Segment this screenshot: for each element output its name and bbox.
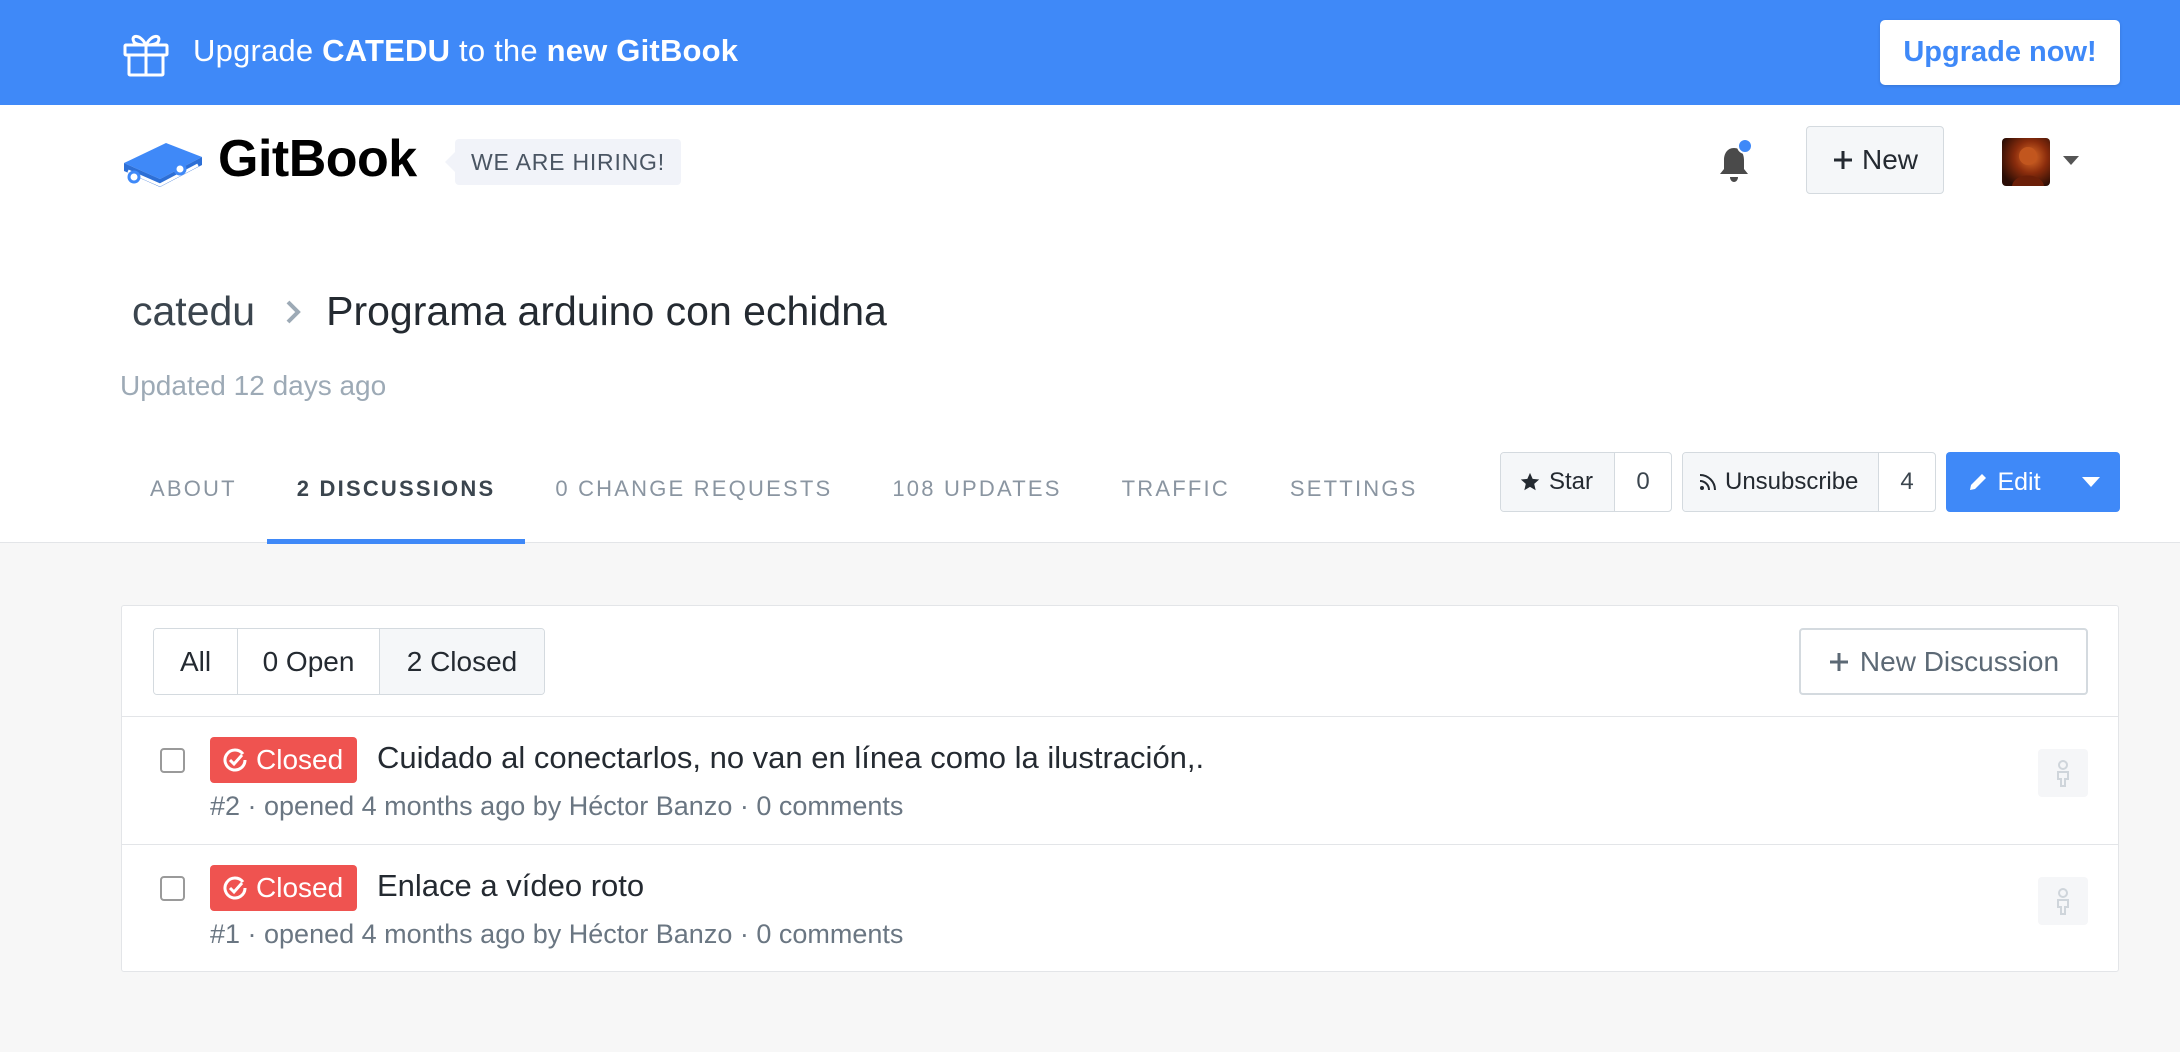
star-icon — [1520, 472, 1540, 491]
plus-icon — [1829, 652, 1848, 671]
filter-all[interactable]: All — [154, 629, 238, 694]
gift-icon — [123, 34, 169, 77]
discussion-meta: #2 · opened 4 months ago by Héctor Banzo… — [210, 791, 904, 821]
page-title: Programa arduino con echidna — [326, 288, 887, 334]
gitbook-logo-text[interactable]: GitBook — [218, 129, 417, 189]
unsubscribe-button[interactable]: Unsubscribe — [1683, 453, 1879, 511]
tab-discussions[interactable]: 2 DISCUSSIONS — [266, 435, 526, 544]
star-button-group: Star 0 — [1500, 452, 1672, 512]
book-tabs: ABOUT 2 DISCUSSIONS 0 CHANGE REQUESTS 10… — [120, 435, 1448, 544]
upgrade-now-button[interactable]: Upgrade now! — [1880, 20, 2120, 85]
discussions-panel: All 0 Open 2 Closed New Discussion Close… — [121, 605, 2119, 972]
tab-traffic[interactable]: TRAFFIC — [1092, 435, 1260, 543]
star-label: Star — [1549, 468, 1594, 495]
edit-button-group: Edit — [1946, 452, 2120, 512]
status-badge: Closed — [210, 865, 358, 911]
plus-icon — [1833, 151, 1852, 169]
edit-button[interactable]: Edit — [1946, 452, 2062, 512]
updated-timestamp: Updated 12 days ago — [120, 370, 387, 401]
filter-open[interactable]: 0 Open — [238, 629, 380, 694]
subscriber-count: 4 — [1900, 468, 1914, 495]
chevron-down-icon[interactable] — [2063, 156, 2079, 165]
star-count: 0 — [1636, 468, 1650, 495]
tab-change-requests[interactable]: 0 CHANGE REQUESTS — [525, 435, 862, 543]
new-discussion-label: New Discussion — [1859, 645, 2060, 677]
upgrade-banner: Upgrade CATEDU to the new GitBook Upgrad… — [0, 0, 2180, 105]
avatar[interactable] — [2002, 138, 2050, 186]
status-label: Closed — [256, 872, 344, 903]
assignee-placeholder-icon[interactable] — [2038, 877, 2088, 925]
edit-dropdown-button[interactable] — [2062, 452, 2120, 512]
tab-about[interactable]: ABOUT — [120, 435, 267, 543]
breadcrumb: catedu Programa arduino con echidna — [132, 288, 887, 335]
discussion-row[interactable]: Closed Enlace a vídeo roto #1 · opened 4… — [122, 844, 2118, 972]
status-badge: Closed — [210, 737, 358, 783]
breadcrumb-parent[interactable]: catedu — [132, 288, 255, 335]
row-checkbox[interactable] — [160, 876, 185, 901]
assignee-placeholder-icon[interactable] — [2038, 749, 2088, 797]
discussion-title[interactable]: Cuidado al conectarlos, no van en línea … — [377, 740, 1204, 776]
gitbook-logo-icon[interactable] — [118, 127, 206, 191]
pencil-icon — [1970, 474, 1987, 490]
rss-icon — [1699, 474, 1716, 491]
new-discussion-button[interactable]: New Discussion — [1799, 628, 2088, 695]
hiring-badge[interactable]: WE ARE HIRING! — [445, 139, 681, 185]
tab-settings[interactable]: SETTINGS — [1260, 435, 1448, 543]
new-button[interactable]: New — [1806, 126, 1944, 194]
unsubscribe-label: Unsubscribe — [1725, 468, 1859, 495]
edit-label: Edit — [1997, 467, 2041, 496]
chevron-right-icon — [286, 300, 301, 323]
star-button[interactable]: Star — [1501, 453, 1615, 511]
closed-check-icon — [223, 748, 247, 772]
status-label: Closed — [256, 744, 344, 775]
tab-updates[interactable]: 108 UPDATES — [862, 435, 1091, 543]
closed-check-icon — [223, 876, 247, 900]
filter-closed[interactable]: 2 Closed — [380, 629, 544, 694]
banner-text: Upgrade CATEDU to the new GitBook — [193, 33, 739, 68]
row-checkbox[interactable] — [160, 748, 185, 773]
discussion-title[interactable]: Enlace a vídeo roto — [377, 868, 644, 904]
discussion-row[interactable]: Closed Cuidado al conectarlos, no van en… — [122, 716, 2118, 844]
discussion-filter: All 0 Open 2 Closed — [153, 628, 545, 695]
chevron-down-icon — [2082, 477, 2100, 487]
new-button-label: New — [1861, 144, 1918, 175]
discussion-meta: #1 · opened 4 months ago by Héctor Banzo… — [210, 919, 904, 949]
subscription-button-group: Unsubscribe 4 — [1682, 452, 1936, 512]
notification-dot — [1737, 138, 1753, 154]
